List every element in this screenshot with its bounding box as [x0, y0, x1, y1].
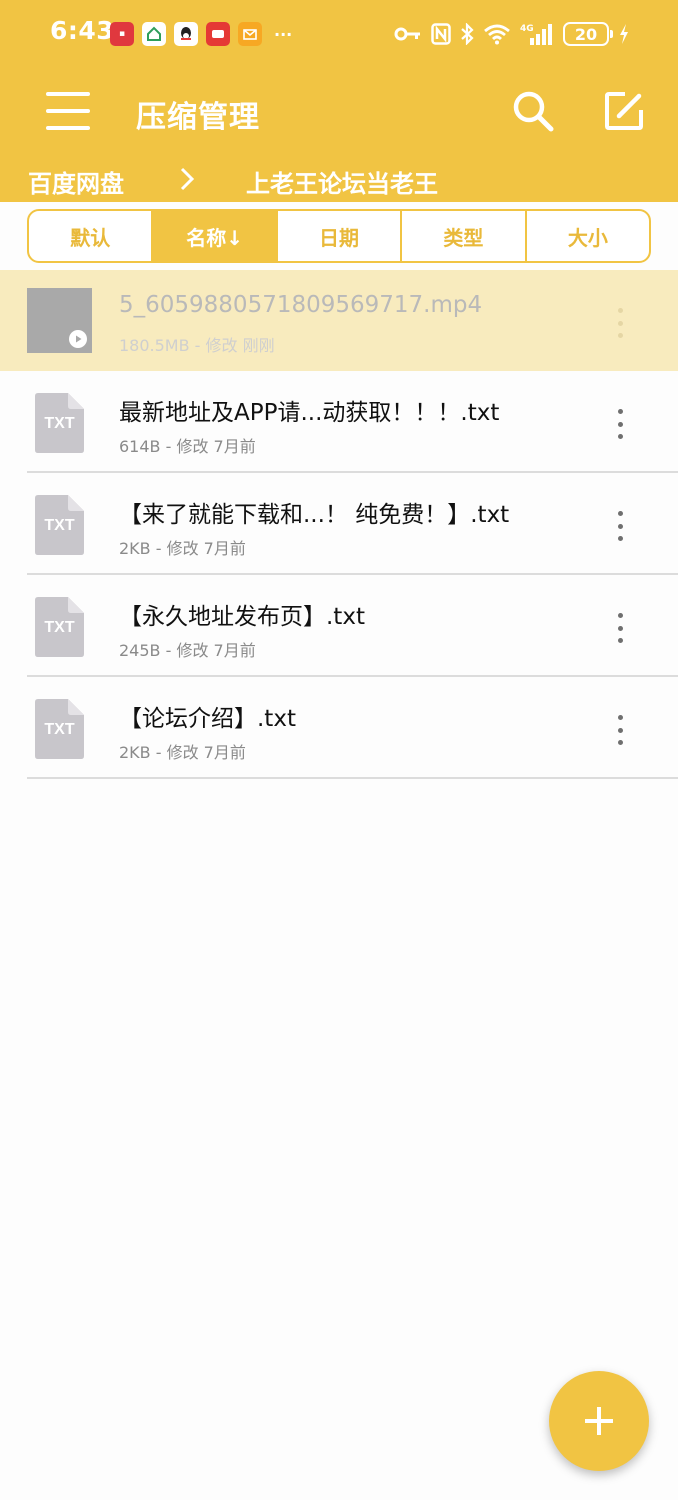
- more-options-button[interactable]: [612, 715, 628, 745]
- file-row[interactable]: TXT 【论坛介绍】.txt 2KB - 修改 7月前: [0, 677, 678, 779]
- menu-button[interactable]: [46, 90, 90, 132]
- breadcrumb-root[interactable]: 百度网盘: [28, 164, 124, 199]
- file-meta: 245B - 修改 7月前: [119, 641, 256, 660]
- mail-app-icon: [238, 22, 262, 46]
- sort-tab-name[interactable]: 名称↓: [153, 211, 278, 261]
- breadcrumb-separator-icon: [176, 164, 198, 200]
- file-name: 5_6059880571809569717.mp4: [119, 292, 483, 318]
- page-title: 压缩管理: [136, 100, 260, 135]
- edit-button[interactable]: [603, 90, 645, 132]
- file-meta: 180.5MB - 修改 刚刚: [119, 336, 275, 355]
- sort-bar: 默认 名称↓ 日期 类型 大小: [27, 209, 651, 263]
- file-meta: 2KB - 修改 7月前: [119, 743, 246, 762]
- sort-tab-type[interactable]: 类型: [402, 211, 527, 261]
- more-options-button[interactable]: [612, 613, 628, 643]
- txt-file-icon: TXT: [35, 597, 84, 657]
- qq-app-icon: [174, 22, 198, 46]
- battery-level: 20: [574, 24, 598, 44]
- file-row[interactable]: TXT 【永久地址发布页】.txt 245B - 修改 7月前: [0, 575, 678, 677]
- file-name: 最新地址及APP请...动获取！！！.txt: [119, 400, 500, 426]
- status-indicators: 4G 20: [394, 18, 630, 50]
- sort-tab-default[interactable]: 默认: [29, 211, 154, 261]
- file-type-badge: TXT: [44, 619, 75, 636]
- notification-icons: ▪ ···: [110, 22, 292, 46]
- row-divider: [27, 777, 678, 779]
- more-notifications: ···: [274, 24, 293, 44]
- status-time: 6:43: [50, 16, 115, 45]
- file-row[interactable]: TXT 最新地址及APP请...动获取！！！.txt 614B - 修改 7月前: [0, 371, 678, 473]
- key-icon: [394, 26, 422, 42]
- huawei-app-icon: ▪: [110, 22, 134, 46]
- status-bar: 6:43 ▪ ··· 4G 20: [0, 0, 678, 68]
- battery-indicator: 20: [563, 22, 613, 46]
- file-meta: 2KB - 修改 7月前: [119, 539, 246, 558]
- file-name: 【论坛介绍】.txt: [119, 706, 296, 732]
- video-thumbnail: [27, 288, 92, 353]
- search-icon: [513, 91, 554, 132]
- txt-file-icon: TXT: [35, 495, 84, 555]
- file-row-video[interactable]: 5_6059880571809569717.mp4 180.5MB - 修改 刚…: [0, 270, 678, 371]
- file-name: 【来了就能下载和...！ 纯免费！】.txt: [119, 502, 510, 528]
- file-type-badge: TXT: [44, 415, 75, 432]
- bluetooth-icon: [460, 23, 474, 45]
- txt-file-icon: TXT: [35, 699, 84, 759]
- file-meta: 614B - 修改 7月前: [119, 437, 256, 456]
- more-options-button[interactable]: [612, 409, 628, 439]
- play-icon: [69, 330, 87, 348]
- add-button[interactable]: [549, 1371, 649, 1471]
- edit-icon: [605, 92, 643, 130]
- file-list: 5_6059880571809569717.mp4 180.5MB - 修改 刚…: [0, 270, 678, 779]
- file-type-badge: TXT: [44, 517, 75, 534]
- sort-tab-date[interactable]: 日期: [278, 211, 403, 261]
- plus-icon: [585, 1407, 613, 1435]
- breadcrumb: 百度网盘 上老王论坛当老王: [0, 160, 678, 200]
- txt-file-icon: TXT: [35, 393, 84, 453]
- menu-icon: [46, 92, 90, 96]
- home-app-icon: [142, 22, 166, 46]
- file-type-badge: TXT: [44, 721, 75, 738]
- more-options-button[interactable]: [612, 511, 628, 541]
- breadcrumb-current[interactable]: 上老王论坛当老王: [246, 164, 438, 199]
- file-name: 【永久地址发布页】.txt: [119, 604, 365, 630]
- cellular-signal-icon: 4G: [520, 22, 554, 46]
- more-options-button[interactable]: [612, 308, 628, 338]
- news-app-icon: [206, 22, 230, 46]
- toolbar: 压缩管理: [0, 70, 678, 154]
- wifi-icon: [483, 23, 511, 45]
- search-button[interactable]: [510, 88, 556, 134]
- charging-icon: [618, 23, 630, 45]
- nfc-icon: [431, 23, 451, 45]
- file-row[interactable]: TXT 【来了就能下载和...！ 纯免费！】.txt 2KB - 修改 7月前: [0, 473, 678, 575]
- network-type: 4G: [520, 24, 534, 34]
- sort-tab-size[interactable]: 大小: [527, 211, 649, 261]
